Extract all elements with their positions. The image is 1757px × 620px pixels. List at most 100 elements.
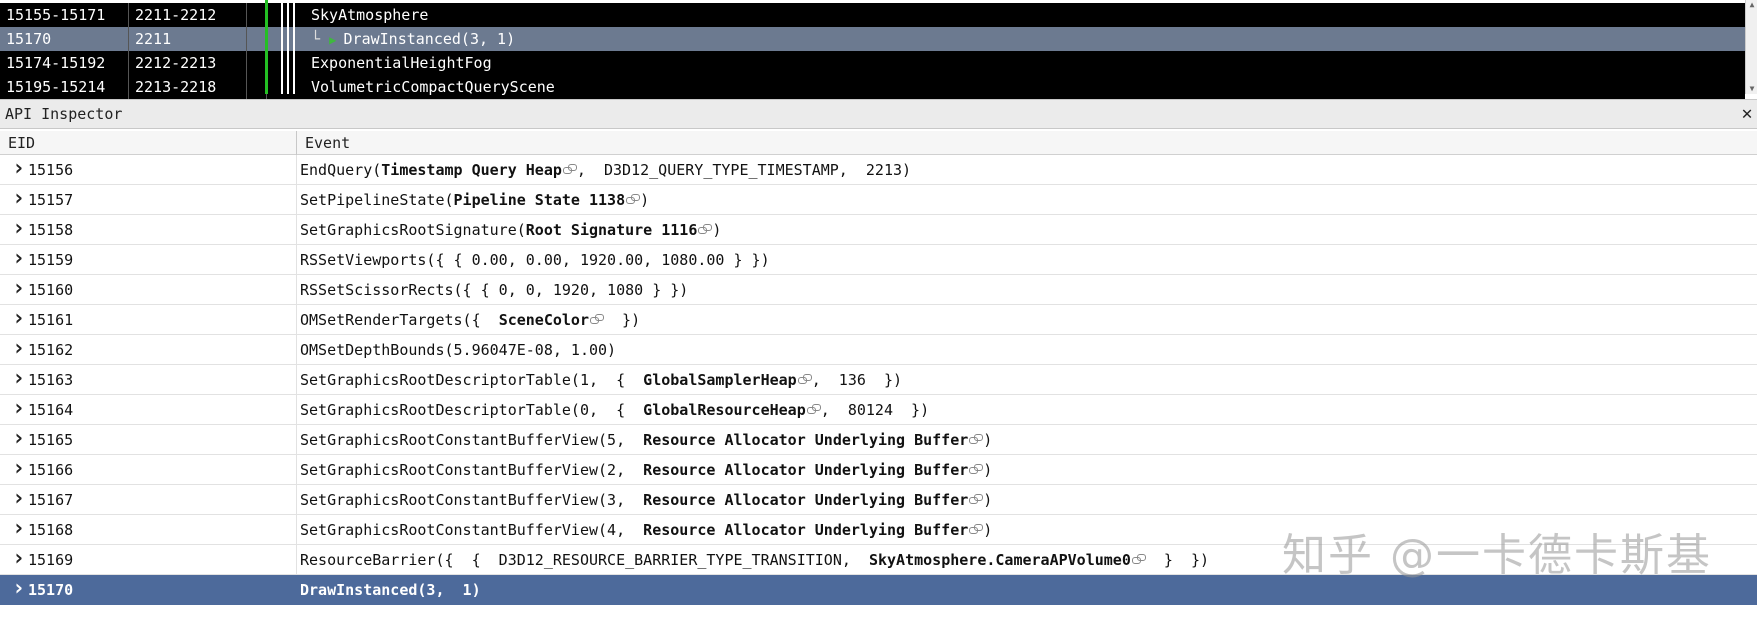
link-icon[interactable] xyxy=(1131,554,1146,564)
eid-cell: › 15160 xyxy=(0,275,297,305)
link-icon[interactable] xyxy=(698,224,713,234)
resource-link[interactable]: Resource Allocator Underlying Buffer xyxy=(643,431,968,449)
timeline-gap xyxy=(247,3,267,27)
table-row[interactable]: › 15161 OMSetRenderTargets({ SceneColor }) xyxy=(0,305,1757,335)
column-header-eid[interactable]: EID xyxy=(0,131,297,155)
link-icon[interactable] xyxy=(969,524,984,534)
chevron-right-icon[interactable]: › xyxy=(12,336,26,362)
table-row[interactable]: › 15164 SetGraphicsRootDescriptorTable(0, … xyxy=(0,395,1757,425)
eid-number: 15158 xyxy=(28,221,74,239)
event-text: , D3D12_QUERY_TYPE_TIMESTAMP, 2213) xyxy=(576,161,912,179)
chevron-right-icon[interactable]: › xyxy=(12,456,26,482)
event-cell: SetPipelineState(Pipeline State 1138) xyxy=(297,185,1757,215)
chevron-right-icon[interactable]: › xyxy=(12,486,26,512)
eid-number: 15160 xyxy=(28,281,74,299)
table-row[interactable]: › 15167 SetGraphicsRootConstantBufferView(… xyxy=(0,485,1757,515)
event-browser-row[interactable]: 15155-15171 2211-2212 SkyAtmosphere xyxy=(0,3,1745,27)
event-cell: EndQuery(Timestamp Query Heap , D3D12_QUE… xyxy=(297,155,1757,185)
table-row[interactable]: › 15157 SetPipelineState(Pipeline State 11… xyxy=(0,185,1757,215)
timeline-marker xyxy=(265,0,268,94)
link-icon[interactable] xyxy=(797,374,812,384)
chevron-right-icon[interactable]: › xyxy=(12,516,26,542)
chevron-right-icon[interactable]: › xyxy=(12,156,26,182)
eid-number: 15159 xyxy=(28,251,74,269)
chevron-right-icon[interactable]: › xyxy=(12,306,26,332)
event-cell: RSSetViewports({ { 0.00, 0.00, 1920.00, … xyxy=(297,245,1757,275)
event-text: OMSetRenderTargets({ xyxy=(300,311,499,329)
resource-link[interactable]: Timestamp Query Heap xyxy=(381,161,562,179)
resource-link[interactable]: Resource Allocator Underlying Buffer xyxy=(643,491,968,509)
resource-link[interactable]: Root Signature 1116 xyxy=(526,221,698,239)
link-icon[interactable] xyxy=(806,404,821,414)
event-browser-row[interactable]: 15195-15214 2213-2218 VolumetricCompactQue… xyxy=(0,75,1745,99)
chevron-right-icon[interactable]: › xyxy=(12,396,26,422)
link-icon[interactable] xyxy=(626,194,641,204)
chevron-right-icon[interactable]: › xyxy=(12,246,26,272)
event-browser-scrollbar[interactable]: ▲ ▼ xyxy=(1745,0,1757,94)
event-cell: RSSetScissorRects({ { 0, 0, 1920, 1080 }… xyxy=(297,275,1757,305)
chevron-right-icon[interactable]: › xyxy=(12,276,26,302)
link-icon[interactable] xyxy=(969,464,984,474)
event-text: ) xyxy=(640,191,650,209)
scroll-up-icon[interactable]: ▲ xyxy=(1746,0,1757,10)
resource-link[interactable]: Pipeline State 1138 xyxy=(454,191,626,209)
resource-link[interactable]: SceneColor xyxy=(499,311,589,329)
event-text: ) xyxy=(983,461,993,479)
link-icon[interactable] xyxy=(590,314,604,324)
draw-call-icon: ▶ xyxy=(329,33,344,47)
close-icon[interactable]: ✕ xyxy=(1739,100,1755,128)
duration-range: 2211 xyxy=(129,27,247,51)
chevron-right-icon[interactable]: › xyxy=(12,366,26,392)
table-row[interactable]: › 15162 OMSetDepthBounds(5.96047E-08, 1.00… xyxy=(0,335,1757,365)
eid-cell: › 15169 xyxy=(0,545,297,575)
resource-link[interactable]: GlobalSamplerHeap xyxy=(643,371,797,389)
table-row[interactable]: › 15158 SetGraphicsRootSignature(Root Sign… xyxy=(0,215,1757,245)
event-text: RSSetViewports({ { 0.00, 0.00, 1920.00, … xyxy=(300,251,770,269)
chevron-right-icon[interactable]: › xyxy=(12,186,26,212)
eid-cell: › 15157 xyxy=(0,185,297,215)
table-header: EID Event xyxy=(0,131,1757,155)
event-range: 15174-15192 xyxy=(0,51,129,75)
event-name: DrawInstanced(3, 1) xyxy=(343,30,516,48)
resource-link[interactable]: SkyAtmosphere.CameraAPVolume0 xyxy=(869,551,1131,569)
chevron-right-icon[interactable]: › xyxy=(12,216,26,242)
link-icon[interactable] xyxy=(969,434,984,444)
event-text: , 136 }) xyxy=(811,371,903,389)
panel-title: API Inspector xyxy=(5,105,123,123)
resource-link[interactable]: Resource Allocator Underlying Buffer xyxy=(643,521,968,539)
event-cell: SetGraphicsRootConstantBufferView(3, Res… xyxy=(297,485,1757,515)
table-row[interactable]: › 15165 SetGraphicsRootConstantBufferView(… xyxy=(0,425,1757,455)
scroll-down-icon[interactable]: ▼ xyxy=(1746,84,1757,94)
event-range: 15155-15171 xyxy=(0,3,129,27)
eid-cell: › 15159 xyxy=(0,245,297,275)
table-row[interactable]: › 15159 RSSetViewports({ { 0.00, 0.00, 192… xyxy=(0,245,1757,275)
tree-branch-icon: └ xyxy=(311,30,330,48)
event-browser-row[interactable]: 15174-15192 2212-2213 ExponentialHeightFog xyxy=(0,51,1745,75)
table-row[interactable]: › 15163 SetGraphicsRootDescriptorTable(1, … xyxy=(0,365,1757,395)
link-icon[interactable] xyxy=(562,164,577,174)
eid-number: 15168 xyxy=(28,521,74,539)
table-row[interactable]: › 15156 EndQuery(Timestamp Query Heap, D3D… xyxy=(0,155,1757,185)
event-browser-row[interactable]: 15170 2211 └ ▶ DrawInstanced(3, 1) xyxy=(0,27,1745,51)
table-row[interactable]: › 15166 SetGraphicsRootConstantBufferView(… xyxy=(0,455,1757,485)
watermark: 知乎 @一卡德卡斯基 xyxy=(1282,530,1712,581)
event-name-cell: SkyAtmosphere xyxy=(267,3,1745,27)
chevron-right-icon[interactable]: › xyxy=(12,576,26,602)
event-range: 15195-15214 xyxy=(0,75,129,99)
resource-link[interactable]: GlobalResourceHeap xyxy=(643,401,806,419)
eid-number: 15167 xyxy=(28,491,74,509)
event-text: RSSetScissorRects({ { 0, 0, 1920, 1080 }… xyxy=(300,281,689,299)
event-name-cell: └ ▶ DrawInstanced(3, 1) xyxy=(267,27,1745,51)
timeline-gap xyxy=(247,27,267,51)
event-cell: SetGraphicsRootDescriptorTable(0, { Glob… xyxy=(297,395,1757,425)
column-header-event[interactable]: Event xyxy=(297,131,1757,155)
event-name: ExponentialHeightFog xyxy=(311,54,492,72)
resource-link[interactable]: Resource Allocator Underlying Buffer xyxy=(643,461,968,479)
chevron-right-icon[interactable]: › xyxy=(12,426,26,452)
chevron-right-icon[interactable]: › xyxy=(12,546,26,572)
eid-cell: › 15168 xyxy=(0,515,297,545)
event-text: SetGraphicsRootDescriptorTable(0, { xyxy=(300,401,644,419)
event-name: SkyAtmosphere xyxy=(311,6,429,24)
table-row[interactable]: › 15160 RSSetScissorRects({ { 0, 0, 1920, … xyxy=(0,275,1757,305)
link-icon[interactable] xyxy=(969,494,984,504)
